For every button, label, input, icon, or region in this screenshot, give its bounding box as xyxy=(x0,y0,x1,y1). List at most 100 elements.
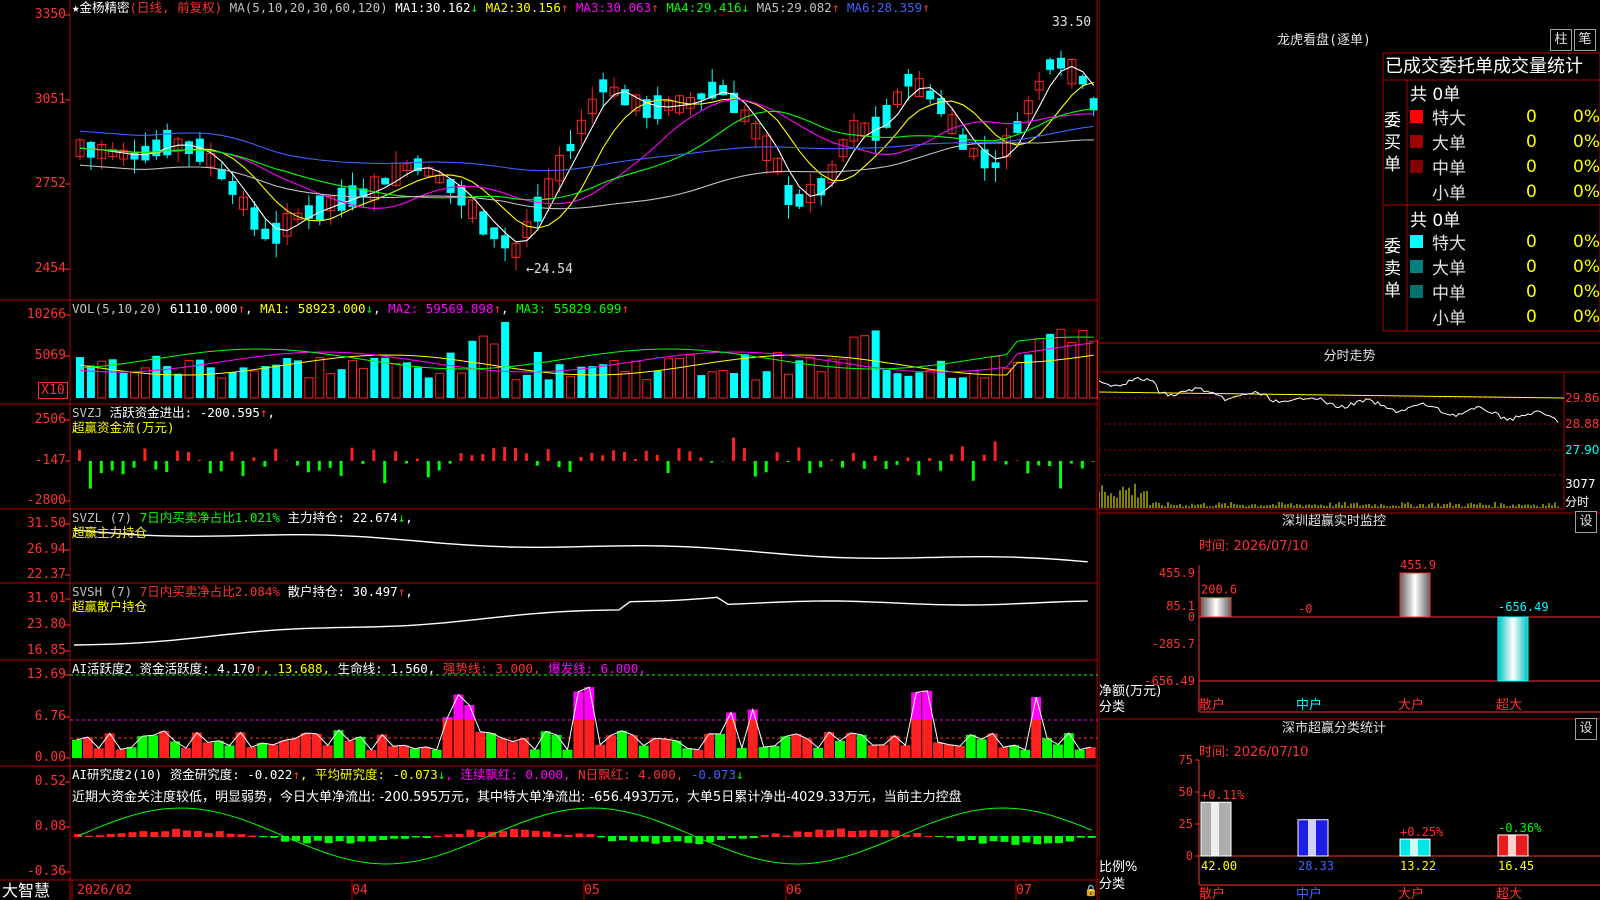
svzl-line xyxy=(73,529,1088,563)
vol-bar-down xyxy=(795,360,804,398)
vol-unit-box[interactable]: X10 xyxy=(38,382,68,399)
ai1-bar xyxy=(475,731,486,758)
svzl-ytick: 31.50 xyxy=(26,516,66,531)
ai1-bar xyxy=(944,744,954,758)
vol-bar-down xyxy=(261,366,270,398)
svzj-bar xyxy=(655,454,659,461)
ai2-bar xyxy=(106,833,115,837)
ma6-name: MA6: xyxy=(846,0,877,15)
svzj-bar xyxy=(950,454,953,461)
candle-down xyxy=(1057,57,1065,69)
candle-down xyxy=(980,149,989,169)
ai2-bar xyxy=(259,836,268,838)
ma6-arrow: ↑ xyxy=(922,0,930,15)
ai2-bar xyxy=(1087,836,1096,838)
xaxis-label: 2026/02 xyxy=(77,883,132,898)
vol-bar-down xyxy=(740,354,749,398)
sz-class-title: 深市超赢分类统计 xyxy=(1281,721,1386,736)
ai2-bar xyxy=(760,834,769,837)
vol-ma2-arrow: ↑ xyxy=(493,301,502,316)
svzl-info: SVZL (7) 7日内买卖净占比1.021% 主力持仓: 22.674↓, xyxy=(72,510,413,525)
vol-bar-up xyxy=(925,369,935,399)
fenshi-title: 分时走势 xyxy=(1323,349,1376,364)
ai2-bar xyxy=(313,836,322,841)
row-pct: 0% xyxy=(1573,181,1600,202)
ai2-bar xyxy=(880,830,889,837)
lhb-tabs[interactable]: 已成交委托单成交量统计 xyxy=(1385,54,1600,81)
ai2-bar xyxy=(433,835,442,837)
vol-bar-up xyxy=(511,379,521,399)
ai2-bar xyxy=(728,836,736,839)
vol-bar-up xyxy=(675,357,684,399)
ai1-bar xyxy=(279,740,289,758)
app-logo[interactable]: 大智慧 xyxy=(0,881,70,900)
ai2-bar xyxy=(368,836,377,842)
ai2-ytick: -0.36 xyxy=(26,864,66,879)
svzj-sub: 超赢资金流(万元) xyxy=(72,420,175,435)
vol-bar-up xyxy=(1067,341,1077,399)
ai2-bar xyxy=(204,833,213,837)
ai2-text4: N日飘红: 4.000, xyxy=(578,767,684,782)
ai1-ytick: 13.69 xyxy=(26,667,66,682)
row-name: 小单 xyxy=(1432,184,1466,204)
row-value: 0 xyxy=(1526,306,1537,327)
ma6-line xyxy=(79,125,1094,172)
vol-bar-up xyxy=(827,358,837,399)
vol-bar-up xyxy=(980,377,990,399)
svzj-bar xyxy=(753,461,757,477)
svzj-bar xyxy=(143,448,147,461)
vol-bar-down xyxy=(206,367,215,398)
lock-icon[interactable]: 🔒 xyxy=(1084,884,1098,897)
bar-mode-button[interactable]: 柱 xyxy=(1550,29,1572,51)
vol-bar-up xyxy=(991,355,1001,399)
ma4-name: MA4: xyxy=(666,0,697,15)
ai1-bar xyxy=(420,746,431,758)
xaxis-label: 06 xyxy=(786,883,802,898)
candle-down xyxy=(533,196,542,222)
xaxis-label: 04 xyxy=(352,883,368,898)
row-pct: 0% xyxy=(1573,156,1600,177)
ai2-bar xyxy=(902,834,911,837)
svzj-text: 活跃资金进出: -200.595 xyxy=(109,405,260,420)
szm-cat-label: 中户 xyxy=(1296,697,1322,713)
svzl-comma: , xyxy=(405,510,413,525)
sz-monitor-settings-button[interactable]: 设 xyxy=(1575,511,1597,533)
l-swatch xyxy=(1410,260,1423,273)
tick-mode-button[interactable]: 笔 xyxy=(1574,29,1596,51)
svzj-bar xyxy=(1091,461,1095,462)
ma2-arrow: ↑ xyxy=(560,0,569,15)
sz-class-cat: 分类 xyxy=(1099,877,1126,892)
kline-mode: (日线, 前复权) xyxy=(129,0,223,15)
ai2-bar xyxy=(183,830,191,837)
szm-bar xyxy=(1200,597,1232,618)
row-name: 特大 xyxy=(1432,234,1466,254)
vol-bar-down xyxy=(533,352,542,398)
candle-down xyxy=(250,207,259,230)
chart-area[interactable]: ★金杨精密(日线, 前复权) MA(5,10,20,30,60,120) MA1… xyxy=(0,0,1098,900)
sell-row-s: 小单 0 0% xyxy=(1410,304,1600,330)
ai2-a1: ↑ xyxy=(292,767,300,782)
candle-down xyxy=(86,141,95,158)
svzj-bar xyxy=(132,461,136,468)
vol-bar-up xyxy=(642,379,652,399)
fenshi-vol: 3077 xyxy=(1565,477,1596,491)
sell-row-m: 中单 0 0% xyxy=(1410,279,1600,304)
ma5-arrow: ↑ xyxy=(831,0,840,15)
ma3-name: MA3: xyxy=(575,0,607,15)
vol-info: VOL(5,10,20) 61110.000↑, MA1: 58923.000↓… xyxy=(72,301,629,316)
svzl-sub: 超赢主力持仓 xyxy=(72,525,148,540)
buy-row-l: 大单 0 0% xyxy=(1410,129,1600,154)
szc-cat-label: 超大 xyxy=(1496,887,1522,900)
svzj-bar xyxy=(339,461,343,476)
vol-bar-down xyxy=(882,369,891,398)
svzj-bar xyxy=(350,447,354,461)
vol-bar-down xyxy=(294,360,302,398)
ai2-bar xyxy=(946,836,954,838)
sz-class-settings-button[interactable]: 设 xyxy=(1575,718,1597,740)
ai1-bar xyxy=(115,749,126,758)
svzj-bar xyxy=(208,461,212,474)
svzj-ytick: -147 xyxy=(34,453,66,468)
vol-bar-down xyxy=(337,369,346,398)
ai1-bar xyxy=(845,732,856,758)
svzj-bar xyxy=(328,461,332,468)
